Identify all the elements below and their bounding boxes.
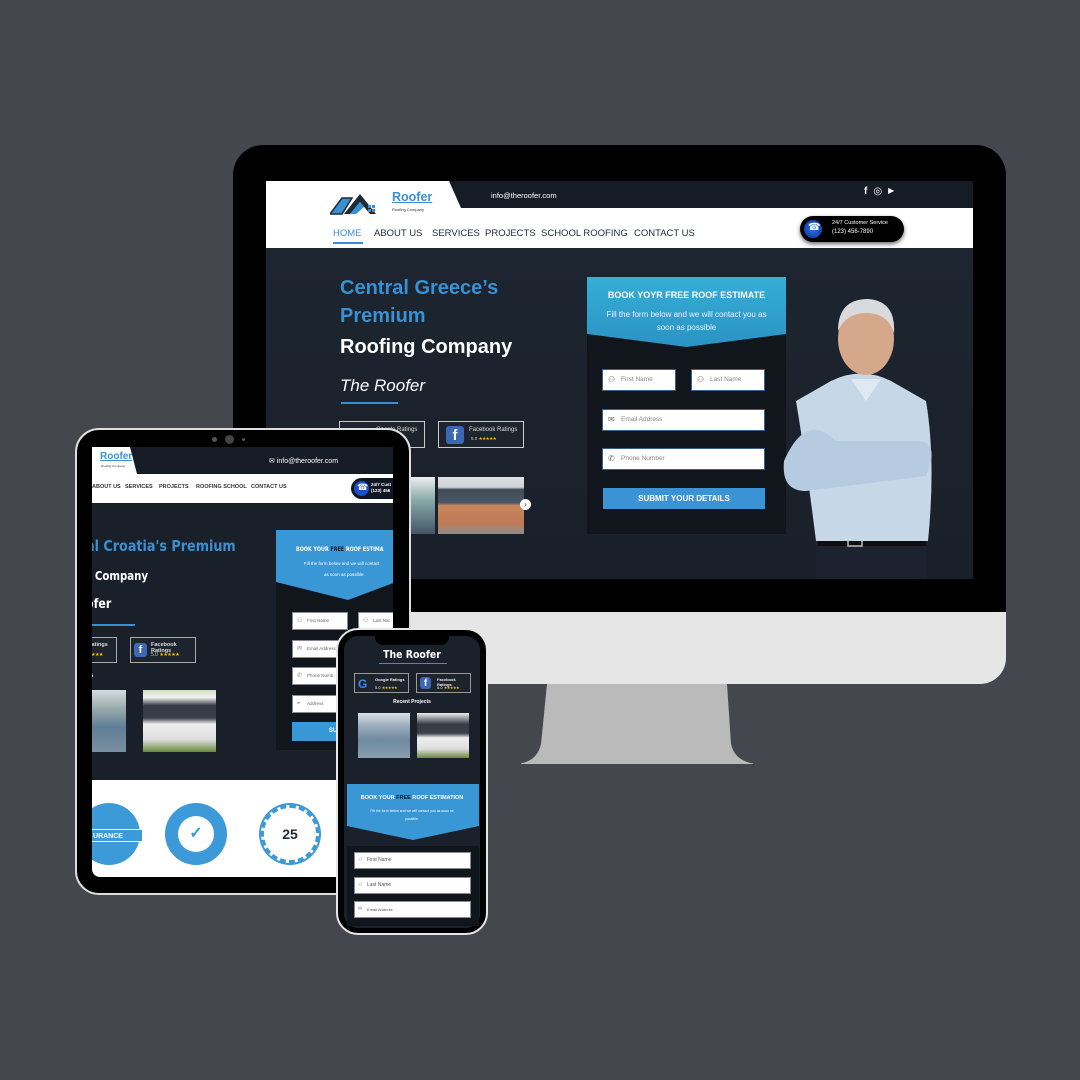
- star-rating-icon: ★★★★★: [478, 436, 497, 441]
- customer-service-phone-button[interactable]: ☎ 24/7 Customer Service (123) 456-7890: [800, 216, 904, 242]
- form-subtitle: Fill the form below and we will contact …: [606, 310, 767, 332]
- customer-service-label: 24/7 Customer Service: [832, 220, 888, 226]
- project-image[interactable]: [438, 477, 524, 534]
- insurance-badge-icon: URANCE: [92, 805, 143, 863]
- form-title: BOOK YOYR FREE ROOF ESTIMATE: [607, 290, 766, 300]
- project-image[interactable]: [143, 690, 216, 752]
- nav-item-about-us[interactable]: ABOUT US: [374, 228, 422, 239]
- phone-icon: ☎: [354, 481, 369, 496]
- phone-notch: [375, 636, 449, 645]
- phone-facebook-ratings-badge[interactable]: f Facebook Ratings 5.0 ★★★★★: [416, 673, 471, 693]
- facebook-logo-icon: f: [420, 677, 431, 689]
- logo-name: Roofer: [392, 190, 433, 204]
- star-rating-icon: ★★★★★: [381, 685, 398, 690]
- nav-item-home[interactable]: HOME: [333, 228, 362, 239]
- tablet-nav-projects[interactable]: PROJECTS: [159, 484, 189, 490]
- user-icon: ⚇: [297, 618, 303, 624]
- tablet-hero-underline: [92, 624, 135, 626]
- phone-title: The Roofer: [383, 648, 441, 661]
- tablet-nav-services[interactable]: SERVICES: [125, 484, 153, 490]
- tablet-top-bar: [92, 447, 393, 474]
- first-name-input[interactable]: ⚇ First Name: [602, 369, 676, 391]
- user-icon: ⚇: [363, 618, 369, 624]
- hero-heading-blue: Central Greece’s Premium: [340, 277, 499, 327]
- tablet-facebook-ratings-badge[interactable]: f Facebook Ratings 5.0 ★★★★★: [130, 637, 196, 663]
- nav-item-services[interactable]: SERVICES: [432, 228, 480, 239]
- google-logo-icon: G: [358, 677, 368, 691]
- tablet-nav-contact-us[interactable]: CONTACT US: [251, 484, 287, 490]
- mail-icon: ✉: [608, 415, 615, 424]
- mail-icon: ✉: [297, 646, 303, 652]
- nav-item-contact-us[interactable]: CONTACT US: [634, 228, 695, 239]
- project-image[interactable]: [358, 713, 410, 758]
- carousel-next-arrow-icon[interactable]: ›: [520, 499, 531, 510]
- facebook-ratings-score: 5.0: [471, 436, 478, 441]
- tablet-nav-about-us[interactable]: ABOUT US: [92, 484, 121, 490]
- estimate-form: BOOK YOYR FREE ROOF ESTIMATE Fill the fo…: [587, 277, 786, 534]
- mail-icon: ✉: [269, 458, 275, 465]
- social-links: f ◎ ▶: [864, 186, 894, 197]
- phone-google-ratings-badge[interactable]: G Google Ratings 5.0 ★★★★★: [354, 673, 409, 693]
- instagram-icon[interactable]: ◎: [873, 186, 882, 197]
- logo-link[interactable]: Roofer Roofing Company: [330, 189, 440, 217]
- phone-icon: ✆: [297, 673, 303, 679]
- tablet-nav-roofing-school[interactable]: ROOFING SCHOOL: [196, 484, 247, 490]
- youtube-icon[interactable]: ▶: [888, 186, 894, 197]
- tablet-google-ratings-badge[interactable]: e Ratings ★★★★★: [92, 637, 117, 663]
- phone-title-underline: [379, 663, 447, 664]
- years-experience-badge-icon: 25: [261, 805, 319, 863]
- hero-heading-white: Roofing Company: [340, 336, 513, 358]
- nav-item-projects[interactable]: PROJECTS: [485, 228, 536, 239]
- last-name-input[interactable]: ⚇ Last Name: [691, 369, 765, 391]
- tablet-first-name-input[interactable]: ⚇ First Name: [292, 612, 348, 630]
- star-rating-icon: ★★★★★: [443, 685, 460, 690]
- house-roof-logo-icon: [330, 194, 376, 215]
- user-icon: ⚇: [697, 375, 705, 384]
- tablet-logo-tagline: Roofing Company: [101, 464, 126, 468]
- project-image[interactable]: [417, 713, 469, 758]
- tablet-hero-heading-blue: al Croatia's Premium: [92, 537, 236, 555]
- nav-active-indicator: [333, 242, 363, 244]
- star-rating-icon: ★★★★★: [92, 652, 103, 658]
- nav-item-school-roofing[interactable]: SCHOOL ROOFING: [541, 228, 628, 239]
- tablet-logo-name[interactable]: Roofer: [100, 451, 132, 462]
- facebook-ratings-badge[interactable]: f Facebook Ratings 5.0 ★★★★★: [438, 421, 524, 448]
- phone-icon: ✆: [608, 454, 615, 463]
- phone-recent-projects-label: Recent Projects: [393, 699, 431, 705]
- tablet-recent-projects-label: ts: [92, 673, 93, 679]
- phone-website-screen: The Roofer G Google Ratings 5.0 ★★★★★ f …: [344, 636, 480, 928]
- tablet-hero-heading-white: g Company: [92, 569, 149, 583]
- facebook-logo-icon: f: [446, 426, 464, 444]
- tablet-hero-subheading: ofer: [92, 597, 112, 612]
- tablet-camera: [212, 435, 245, 444]
- phone-input[interactable]: ✆ Phone Number: [602, 448, 765, 470]
- logo-tagline: Roofing Company: [392, 207, 425, 212]
- location-pin-icon: ⌖: [297, 701, 301, 707]
- tablet-phone-button[interactable]: ☎ 24/7 Cust (123) 456: [351, 478, 393, 499]
- star-rating-icon: ★★★★★: [159, 652, 180, 658]
- user-icon: ⚇: [608, 375, 616, 384]
- facebook-ratings-label: Facebook Ratings: [469, 427, 518, 433]
- tablet-form-title: BOOK YOUR FREE ROOF ESTIMA: [296, 545, 384, 553]
- project-image[interactable]: [92, 690, 126, 752]
- customer-service-number: (123) 456-7890: [832, 229, 874, 235]
- phone-icon: ☎: [804, 220, 822, 238]
- hero-underline: [341, 402, 398, 404]
- facebook-icon[interactable]: f: [864, 186, 867, 197]
- smiling-man-photo: [783, 299, 932, 579]
- submit-details-button[interactable]: SUBMIT YOUR DETAILS: [603, 488, 765, 509]
- licensed-certified-badge-icon: ✓: [167, 805, 225, 863]
- hero-subheading: The Roofer: [340, 376, 426, 395]
- email-link[interactable]: info@theroofer.com: [491, 191, 557, 200]
- desktop-monitor-stand: [521, 684, 753, 764]
- email-input[interactable]: ✉ Email Address: [602, 409, 765, 431]
- tablet-email-link[interactable]: ✉ info@theroofer.com: [269, 457, 338, 465]
- facebook-logo-icon: f: [134, 643, 147, 657]
